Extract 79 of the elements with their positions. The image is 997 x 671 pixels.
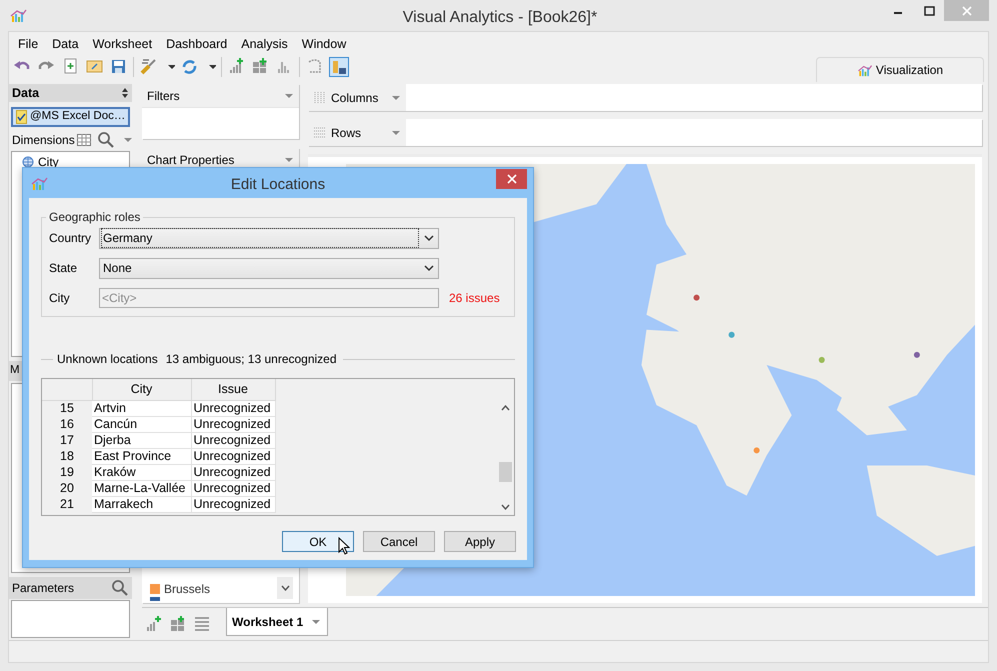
section-title: Unknown locations <box>57 351 158 368</box>
scrollbar-thumb[interactable] <box>499 462 512 482</box>
summary-text: 13 ambiguous; 13 unrecognized <box>166 351 337 368</box>
dialog-button[interactable]: OK <box>282 531 354 552</box>
chevron-down-icon[interactable] <box>501 504 510 510</box>
column-header[interactable]: Issue <box>191 379 275 400</box>
add-dashboard-icon[interactable] <box>170 615 186 632</box>
group-title: Geographic roles <box>48 209 142 226</box>
dialog-title: Edit Locations <box>230 175 326 195</box>
globe-icon[interactable] <box>22 156 34 168</box>
field-label: City <box>49 290 71 307</box>
add-chart-icon[interactable] <box>146 615 162 632</box>
mouse-pointer-icon <box>338 537 350 555</box>
table-cell: Unrecognized <box>191 480 275 496</box>
data-source-item[interactable]: @MS Excel Doc… <box>11 107 130 127</box>
table-cell: Unrecognized <box>191 464 275 480</box>
refresh-icon[interactable] <box>180 57 199 77</box>
menu-item[interactable]: Window <box>302 35 346 54</box>
rows-icon[interactable] <box>313 126 327 140</box>
table-cell: Artvin <box>92 400 191 416</box>
field-label: Country <box>49 230 92 247</box>
card-title: Chart Properties <box>147 152 234 168</box>
window-title: Visual Analytics - [Book26]* <box>402 8 598 28</box>
row-number: 15 <box>42 400 92 416</box>
table-cell: East Province <box>92 448 191 464</box>
input-field[interactable]: <City> <box>99 288 439 308</box>
menu-item[interactable]: Dashboard <box>166 35 228 54</box>
visualization-tab[interactable]: Visualization <box>816 57 984 82</box>
field-label: State <box>49 260 78 277</box>
panel-title: Parameters <box>12 580 74 597</box>
maximize-icon[interactable] <box>924 6 934 16</box>
menu-item[interactable]: Worksheet <box>92 35 152 54</box>
chevron-down-icon <box>424 264 434 272</box>
section-label: Dimensions <box>12 132 75 149</box>
list-icon[interactable] <box>194 615 210 632</box>
column-header[interactable]: City <box>92 379 191 400</box>
dropdown[interactable]: None <box>99 258 439 278</box>
table-cell: Marne-La-Vallée <box>92 480 191 496</box>
panel-title: M <box>10 363 20 378</box>
document-check-icon <box>16 110 27 124</box>
search-icon[interactable] <box>111 579 129 597</box>
card-title: Filters <box>147 88 180 104</box>
brush-icon[interactable] <box>139 57 158 77</box>
close-icon <box>506 174 516 184</box>
chevron-down-icon[interactable] <box>280 585 290 592</box>
table-cell: Unrecognized <box>191 400 275 416</box>
table-cell: Djerba <box>92 432 191 448</box>
chevron-down-icon <box>424 234 434 242</box>
table-cell: Cancún <box>92 416 191 432</box>
dialog-button[interactable]: Cancel <box>363 531 435 552</box>
columns-icon[interactable] <box>313 90 327 104</box>
menu-item[interactable]: File <box>18 35 38 54</box>
table-cell: Kraków <box>92 464 191 480</box>
issue-count: 26 issues <box>449 290 500 307</box>
app-logo-icon <box>10 7 26 23</box>
dropdown-value: Germany <box>102 229 418 247</box>
dropdown-value: None <box>102 260 133 277</box>
dialog-button[interactable]: Apply <box>444 531 516 552</box>
sheet-tab[interactable]: Worksheet 1 <box>226 608 328 636</box>
close-button[interactable] <box>496 169 527 189</box>
panel-title: Data <box>12 84 40 102</box>
app-logo-icon <box>856 63 873 77</box>
menu-item[interactable]: Analysis <box>241 35 288 54</box>
table-cell: Unrecognized <box>191 432 275 448</box>
chevron-up-icon[interactable] <box>501 405 510 411</box>
table-cell: Marrakech <box>92 496 191 512</box>
search-icon[interactable] <box>96 131 115 149</box>
table-cell: Unrecognized <box>191 416 275 432</box>
table-cell: Unrecognized <box>191 448 275 464</box>
table-icon[interactable] <box>76 134 91 146</box>
tree-item[interactable]: City <box>38 153 59 171</box>
shelf-label: Rows <box>331 124 362 142</box>
menu-item[interactable]: Data <box>52 35 79 54</box>
shelf-label: Columns <box>331 90 378 106</box>
close-icon <box>962 6 972 16</box>
table-cell: Unrecognized <box>191 496 275 512</box>
legend-label: Brussels <box>164 581 210 598</box>
sort-icon[interactable] <box>121 87 129 99</box>
dropdown[interactable]: Germany <box>99 228 439 248</box>
